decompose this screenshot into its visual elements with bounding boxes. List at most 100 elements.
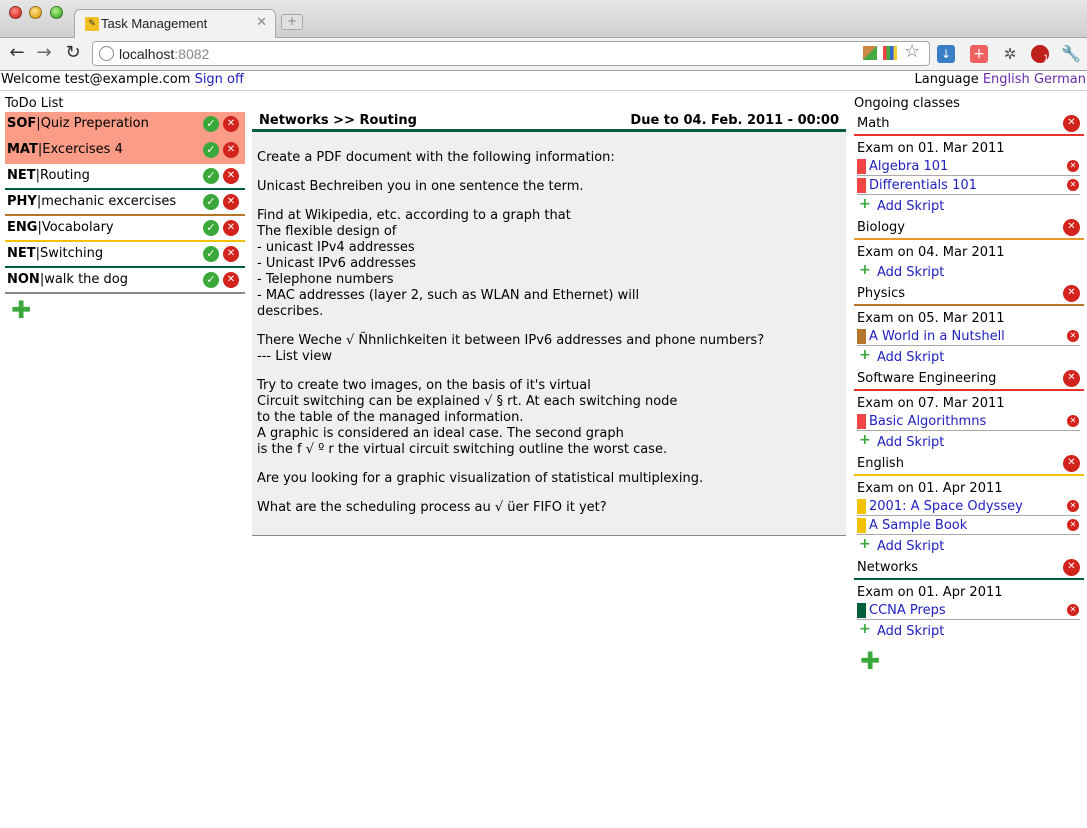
back-arrow-icon[interactable]: ← (6, 42, 28, 64)
browser-tab[interactable]: ✎ Task Management ✕ (74, 9, 276, 39)
remove-class-icon[interactable]: ✕ (1063, 455, 1080, 472)
add-skript-button[interactable]: + Add Skript (859, 346, 1084, 367)
check-icon[interactable]: ✓ (203, 272, 219, 288)
remove-class-icon[interactable]: ✕ (1063, 115, 1080, 132)
todo-item[interactable]: ENG|Vocabolary ✓ ✕ (5, 216, 245, 242)
bookmark-star-icon[interactable]: ☆ (904, 41, 920, 62)
class-block: Software Engineering ✕ Exam on 07. Mar 201… (854, 367, 1084, 452)
new-tab-button[interactable]: + (281, 14, 303, 30)
minimize-window-button[interactable] (29, 6, 42, 19)
skript-link[interactable]: CCNA Preps (869, 603, 946, 618)
skript-item[interactable]: 2001: A Space Odyssey ✕ (857, 497, 1080, 516)
skript-link[interactable]: Algebra 101 (869, 159, 948, 174)
download-icon[interactable]: ↓ (937, 45, 955, 63)
wrench-icon[interactable]: 🔧 (1061, 45, 1081, 63)
check-icon[interactable]: ✓ (203, 142, 219, 158)
class-block: Physics ✕ Exam on 05. Mar 2011 A World in a… (854, 282, 1084, 367)
add-todo-icon[interactable]: ✚ (11, 298, 251, 322)
add-skript-label[interactable]: Add Skript (877, 199, 944, 214)
class-name: Software Engineering (857, 371, 997, 386)
add-skript-label[interactable]: Add Skript (877, 435, 944, 450)
add-class-icon[interactable]: ✚ (860, 649, 1087, 673)
delete-icon[interactable]: ✕ (223, 220, 239, 236)
zoom-window-button[interactable] (50, 6, 63, 19)
add-skript-label[interactable]: Add Skript (877, 624, 944, 639)
check-icon[interactable]: ✓ (203, 116, 219, 132)
add-skript-label[interactable]: Add Skript (877, 350, 944, 365)
task-paragraph: Try to create two images, on the basis o… (257, 378, 678, 457)
sign-off-link[interactable]: Sign off (195, 72, 244, 87)
todo-item-text: Routing (40, 168, 90, 183)
exam-date: Exam on 01. Mar 2011 (857, 141, 1005, 156)
close-window-button[interactable] (9, 6, 22, 19)
delete-icon[interactable]: ✕ (223, 168, 239, 184)
add-skript-label[interactable]: Add Skript (877, 265, 944, 280)
check-icon[interactable]: ✓ (203, 194, 219, 210)
notification-icon[interactable]: 1 (1031, 45, 1049, 64)
add-extension-icon[interactable]: + (970, 45, 988, 63)
task-paragraph: Are you looking for a graphic visualizat… (257, 471, 704, 486)
skript-color-bar (857, 178, 866, 193)
remove-skript-icon[interactable]: ✕ (1067, 604, 1079, 616)
todo-item-text: Vocabolary (41, 220, 114, 235)
task-paragraph: What are the scheduling process au √ üer… (257, 500, 607, 515)
add-skript-button[interactable]: + Add Skript (859, 195, 1084, 216)
skript-item[interactable]: A Sample Book ✕ (857, 516, 1080, 535)
todo-item[interactable]: MAT|Excercises 4 ✓ ✕ (5, 138, 245, 164)
add-skript-button[interactable]: + Add Skript (859, 620, 1084, 641)
delete-icon[interactable]: ✕ (223, 246, 239, 262)
remove-skript-icon[interactable]: ✕ (1067, 415, 1079, 427)
remove-skript-icon[interactable]: ✕ (1067, 519, 1079, 531)
add-skript-button[interactable]: + Add Skript (859, 261, 1084, 282)
remove-class-icon[interactable]: ✕ (1063, 370, 1080, 387)
remove-class-icon[interactable]: ✕ (1063, 559, 1080, 576)
extension-colors-icon[interactable] (883, 46, 897, 60)
todo-item-label: MAT|Excercises 4 (7, 142, 123, 157)
todo-item[interactable]: NON|walk the dog ✓ ✕ (5, 268, 245, 294)
reload-icon[interactable]: ↻ (62, 42, 84, 64)
language-english-link[interactable]: English (983, 72, 1030, 87)
skript-item[interactable]: Differentials 101 ✕ (857, 176, 1080, 195)
class-header: Software Engineering ✕ (854, 367, 1084, 391)
check-icon[interactable]: ✓ (203, 220, 219, 236)
skript-item[interactable]: Algebra 101 ✕ (857, 157, 1080, 176)
remove-skript-icon[interactable]: ✕ (1067, 179, 1079, 191)
remove-skript-icon[interactable]: ✕ (1067, 500, 1079, 512)
delete-icon[interactable]: ✕ (223, 142, 239, 158)
skript-link[interactable]: A World in a Nutshell (869, 329, 1005, 344)
delete-icon[interactable]: ✕ (223, 272, 239, 288)
todo-item-label: NON|walk the dog (7, 272, 128, 287)
add-skript-button[interactable]: + Add Skript (859, 535, 1084, 556)
delete-icon[interactable]: ✕ (223, 194, 239, 210)
page-action-icon[interactable] (863, 46, 877, 60)
delete-icon[interactable]: ✕ (223, 116, 239, 132)
forward-arrow-icon[interactable]: → (33, 42, 55, 64)
check-icon[interactable]: ✓ (203, 246, 219, 262)
skript-item[interactable]: A World in a Nutshell ✕ (857, 327, 1080, 346)
task-paragraph: Unicast Bechreiben you in one sentence t… (257, 179, 584, 194)
add-skript-label[interactable]: Add Skript (877, 539, 944, 554)
skript-link[interactable]: A Sample Book (869, 518, 967, 533)
remove-skript-icon[interactable]: ✕ (1067, 330, 1079, 342)
skript-link[interactable]: Differentials 101 (869, 178, 977, 193)
address-bar[interactable]: localhost:8082 (92, 41, 930, 66)
todo-item[interactable]: NET|Switching ✓ ✕ (5, 242, 245, 268)
skript-item[interactable]: Basic Algorithmns ✕ (857, 412, 1080, 431)
tools-extension-icon[interactable]: ✲ (1001, 45, 1019, 63)
todo-item[interactable]: SOF|Quiz Preperation ✓ ✕ (5, 112, 245, 138)
remove-class-icon[interactable]: ✕ (1063, 285, 1080, 302)
language-german-link[interactable]: German (1034, 72, 1086, 87)
remove-class-icon[interactable]: ✕ (1063, 219, 1080, 236)
add-skript-button[interactable]: + Add Skript (859, 431, 1084, 452)
skript-link[interactable]: Basic Algorithmns (869, 414, 986, 429)
skript-item[interactable]: CCNA Preps ✕ (857, 601, 1080, 620)
skript-link[interactable]: 2001: A Space Odyssey (869, 499, 1023, 514)
class-block: Biology ✕ Exam on 04. Mar 2011 + Add Skript (854, 216, 1084, 282)
tab-close-icon[interactable]: ✕ (256, 15, 267, 30)
todo-item[interactable]: NET|Routing ✓ ✕ (5, 164, 245, 190)
todo-item[interactable]: PHY|mechanic excercises ✓ ✕ (5, 190, 245, 216)
check-icon[interactable]: ✓ (203, 168, 219, 184)
remove-skript-icon[interactable]: ✕ (1067, 160, 1079, 172)
plus-icon: + (859, 621, 871, 637)
welcome-text: Welcome test@example.com Sign off (1, 72, 244, 87)
